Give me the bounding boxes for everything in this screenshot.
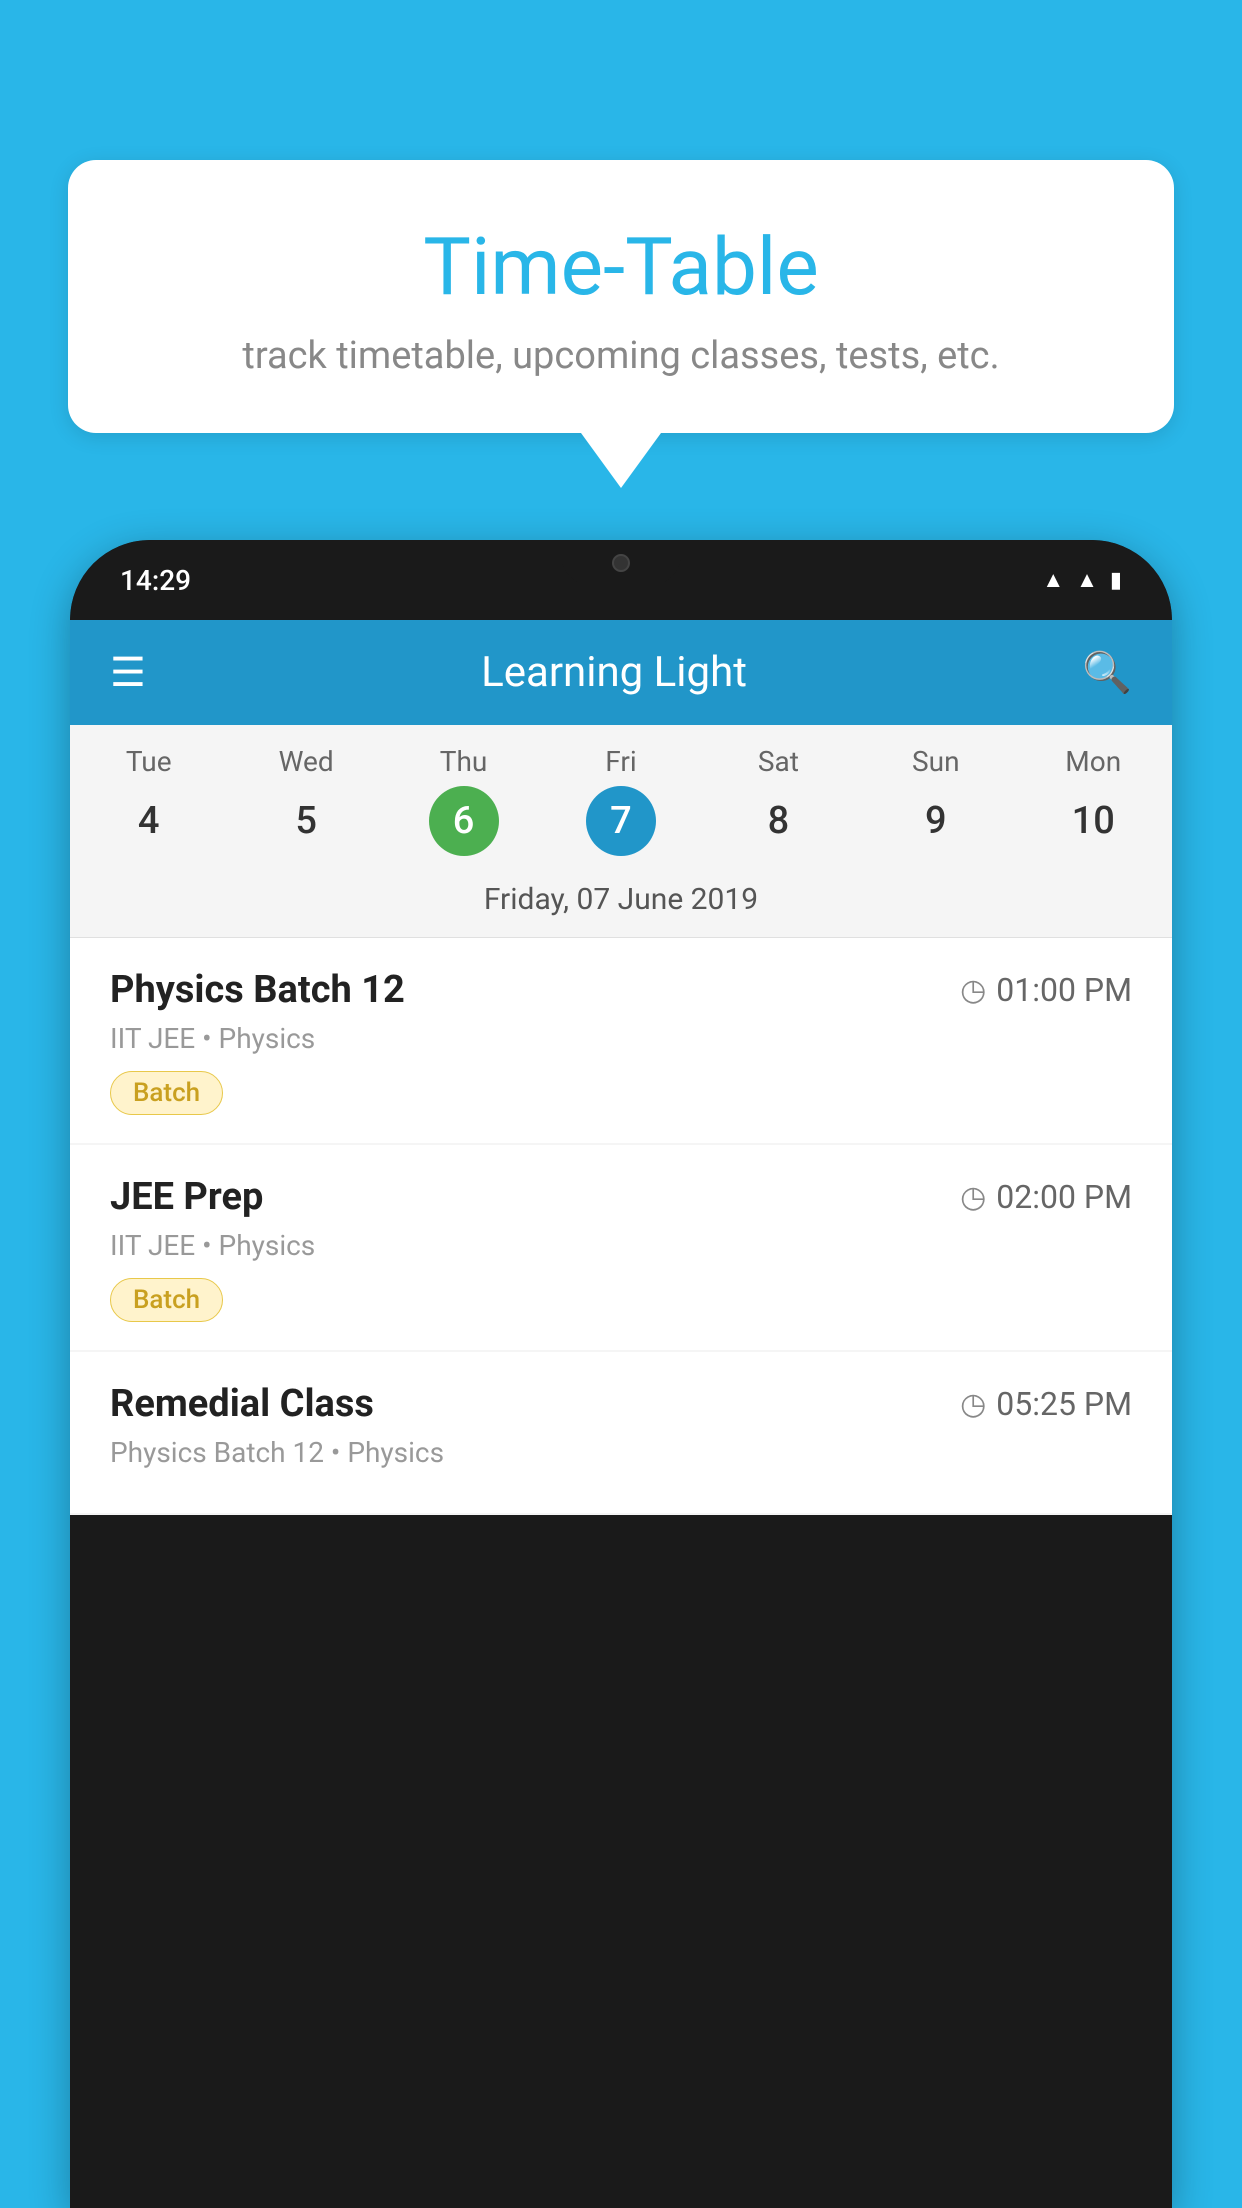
- days-row: Tue 4 Wed 5 Thu 6 Fri 7 Sat 8 Sun 9: [70, 745, 1172, 866]
- clock-icon-2: ◷: [960, 1180, 986, 1215]
- battery-icon: ▮: [1110, 568, 1122, 593]
- signal-icon: ▲: [1076, 567, 1098, 593]
- day-num-fri: 7: [586, 786, 656, 856]
- wifi-icon: ▲: [1042, 567, 1064, 593]
- day-col-sun[interactable]: Sun 9: [857, 745, 1014, 856]
- day-col-fri[interactable]: Fri 7: [542, 745, 699, 856]
- class-item-2[interactable]: JEE Prep ◷ 02:00 PM IIT JEE • Physics Ba…: [70, 1145, 1172, 1350]
- phone-mockup: 14:29 ▲ ▲ ▮ ☰ Learning Light 🔍 Tue 4 Wed…: [70, 540, 1172, 2208]
- batch-badge-2: Batch: [110, 1278, 223, 1322]
- day-name-sun: Sun: [912, 745, 960, 778]
- speech-bubble-container: Time-Table track timetable, upcoming cla…: [68, 160, 1174, 488]
- day-name-thu: Thu: [440, 745, 488, 778]
- app-bar: ☰ Learning Light 🔍: [70, 620, 1172, 725]
- day-col-thu[interactable]: Thu 6: [385, 745, 542, 856]
- clock-icon-3: ◷: [960, 1387, 986, 1422]
- speech-bubble-arrow: [581, 433, 661, 488]
- day-num-mon: 10: [1058, 786, 1128, 856]
- status-time: 14:29: [120, 564, 191, 597]
- class-item-1-header: Physics Batch 12 ◷ 01:00 PM: [110, 968, 1132, 1012]
- speech-bubble-title: Time-Table: [118, 220, 1124, 314]
- class-name-2: JEE Prep: [110, 1175, 263, 1219]
- class-name-3: Remedial Class: [110, 1382, 374, 1426]
- day-num-sat: 8: [743, 786, 813, 856]
- speech-bubble-subtitle: track timetable, upcoming classes, tests…: [118, 334, 1124, 378]
- day-name-sat: Sat: [758, 745, 799, 778]
- hamburger-icon[interactable]: ☰: [110, 649, 146, 696]
- day-name-mon: Mon: [1065, 745, 1121, 778]
- calendar-strip: Tue 4 Wed 5 Thu 6 Fri 7 Sat 8 Sun 9: [70, 725, 1172, 938]
- search-icon[interactable]: 🔍: [1082, 649, 1132, 696]
- selected-date-label: Friday, 07 June 2019: [70, 866, 1172, 938]
- class-time-value-1: 01:00 PM: [996, 971, 1132, 1009]
- class-item-3[interactable]: Remedial Class ◷ 05:25 PM Physics Batch …: [70, 1352, 1172, 1513]
- day-num-sun: 9: [901, 786, 971, 856]
- batch-badge-1: Batch: [110, 1071, 223, 1115]
- day-col-sat[interactable]: Sat 8: [700, 745, 857, 856]
- day-name-tue: Tue: [126, 745, 172, 778]
- speech-bubble: Time-Table track timetable, upcoming cla…: [68, 160, 1174, 433]
- status-bar: 14:29 ▲ ▲ ▮: [70, 540, 1172, 620]
- class-name-1: Physics Batch 12: [110, 968, 405, 1012]
- camera-dot: [612, 554, 630, 572]
- class-item-1[interactable]: Physics Batch 12 ◷ 01:00 PM IIT JEE • Ph…: [70, 938, 1172, 1143]
- class-meta-1: IIT JEE • Physics: [110, 1022, 1132, 1055]
- status-icons: ▲ ▲ ▮: [1042, 567, 1122, 593]
- day-num-thu: 6: [429, 786, 499, 856]
- class-time-1: ◷ 01:00 PM: [960, 971, 1132, 1009]
- day-col-tue[interactable]: Tue 4: [70, 745, 227, 856]
- class-time-value-2: 02:00 PM: [996, 1178, 1132, 1216]
- day-num-tue: 4: [114, 786, 184, 856]
- class-list: Physics Batch 12 ◷ 01:00 PM IIT JEE • Ph…: [70, 938, 1172, 1515]
- class-item-2-header: JEE Prep ◷ 02:00 PM: [110, 1175, 1132, 1219]
- app-bar-title: Learning Light: [481, 648, 747, 697]
- class-time-3: ◷ 05:25 PM: [960, 1385, 1132, 1423]
- day-name-wed: Wed: [279, 745, 334, 778]
- class-time-value-3: 05:25 PM: [996, 1385, 1132, 1423]
- day-col-wed[interactable]: Wed 5: [227, 745, 384, 856]
- class-item-3-header: Remedial Class ◷ 05:25 PM: [110, 1382, 1132, 1426]
- day-col-mon[interactable]: Mon 10: [1015, 745, 1172, 856]
- phone-notch: [561, 540, 681, 585]
- clock-icon-1: ◷: [960, 973, 986, 1008]
- class-time-2: ◷ 02:00 PM: [960, 1178, 1132, 1216]
- class-meta-2: IIT JEE • Physics: [110, 1229, 1132, 1262]
- day-num-wed: 5: [271, 786, 341, 856]
- class-meta-3: Physics Batch 12 • Physics: [110, 1436, 1132, 1469]
- day-name-fri: Fri: [605, 745, 636, 778]
